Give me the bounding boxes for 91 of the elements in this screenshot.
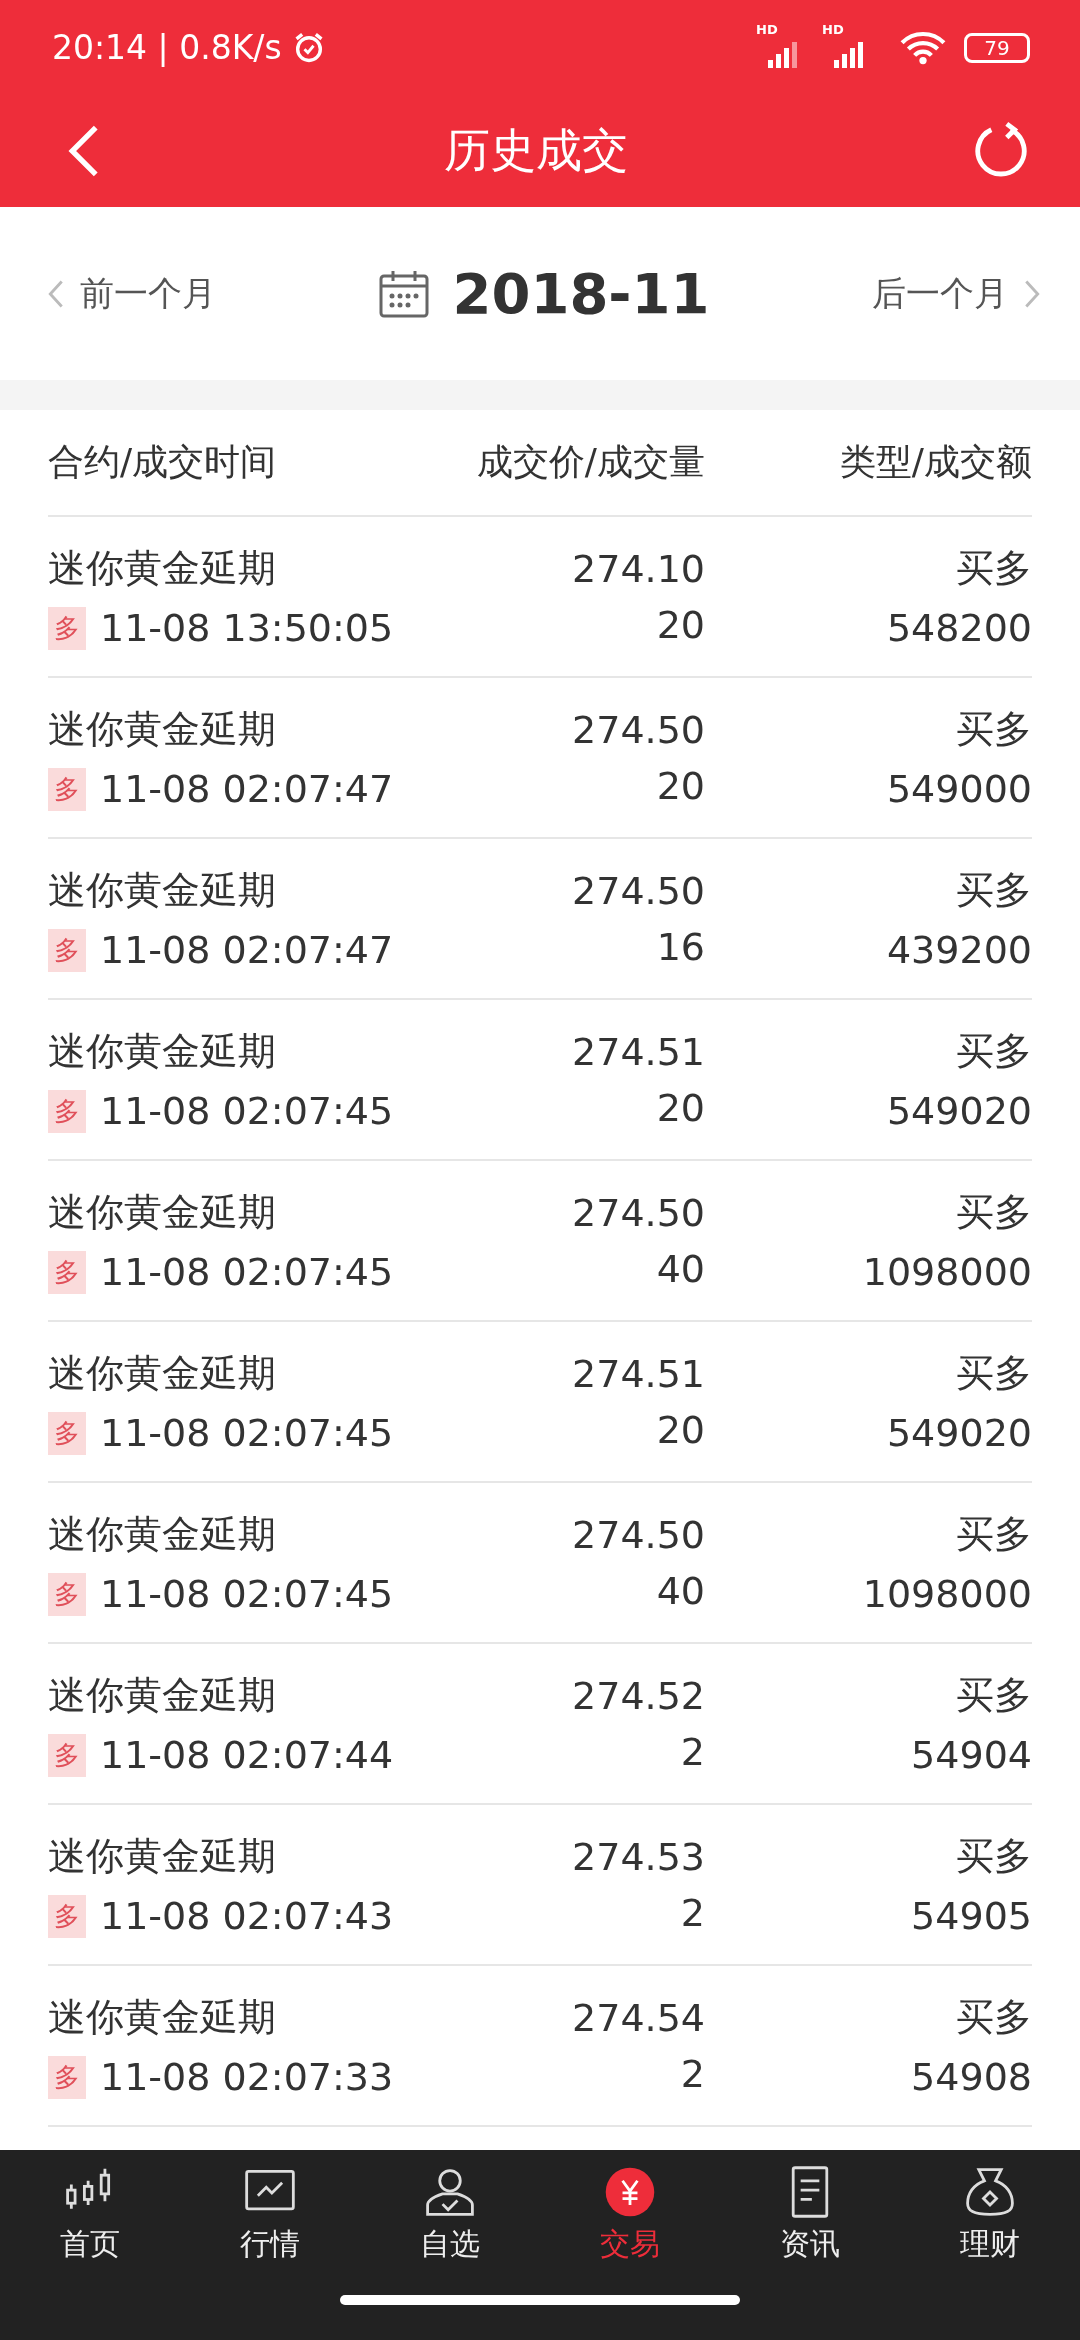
trade-type: 买多 (956, 867, 1032, 914)
chevron-right-icon (1024, 278, 1040, 309)
trade-time: 11-08 02:07:45 (100, 1572, 394, 1616)
direction-tag: 多 (48, 2055, 86, 2099)
trade-type: 买多 (956, 1189, 1032, 1236)
contract-name: 迷你黄金延期 (48, 1994, 277, 2041)
page-title: 历史成交 (444, 122, 628, 179)
nav-tab[interactable]: 交易 (540, 2164, 720, 2265)
current-month: 2018-11 (452, 261, 710, 326)
direction-tag: 多 (48, 928, 86, 972)
direction-tag: 多 (48, 1250, 86, 1294)
trade-time: 11-08 02:07:45 (100, 1250, 394, 1294)
trade-time: 11-08 02:07:45 (100, 1089, 394, 1133)
trade-volume: 20 (656, 1085, 705, 1130)
trade-price: 274.50 (572, 1190, 705, 1235)
trade-amount: 549000 (886, 767, 1032, 811)
trade-time: 11-08 02:07:44 (100, 1733, 394, 1777)
trade-price: 274.51 (572, 1029, 705, 1074)
contract-name: 迷你黄金延期 (48, 1672, 277, 1719)
direction-tag: 多 (48, 1411, 86, 1455)
trade-type: 买多 (956, 1350, 1032, 1397)
trade-volume: 20 (656, 602, 705, 647)
trade-amount: 549020 (886, 1089, 1032, 1133)
trade-amount: 54905 (911, 1894, 1032, 1938)
trade-price: 274.53 (572, 1834, 705, 1879)
trade-price: 274.50 (572, 1512, 705, 1557)
contract-name: 迷你黄金延期 (48, 1833, 277, 1880)
previous-month-link[interactable]: 前一个月 (48, 270, 216, 317)
direction-tag: 多 (48, 606, 86, 650)
trade-price: 274.52 (572, 1673, 705, 1718)
trade-volume: 16 (656, 924, 705, 969)
contract-name: 迷你黄金延期 (48, 1511, 277, 1558)
trade-amount: 439200 (886, 928, 1032, 972)
nav-tab[interactable]: 资讯 (720, 2164, 900, 2265)
trade-price: 274.54 (572, 1995, 705, 2040)
trade-type: 买多 (956, 706, 1032, 753)
trade-amount: 1098000 (862, 1572, 1032, 1616)
contract-name: 迷你黄金延期 (48, 706, 277, 753)
trade-time: 11-08 02:07:43 (100, 1894, 394, 1938)
direction-tag: 多 (48, 1733, 86, 1777)
nav-tab[interactable]: 首页 (0, 2164, 180, 2265)
direction-tag: 多 (48, 1894, 86, 1938)
trade-amount: 54904 (911, 1733, 1032, 1777)
trade-time: 11-08 02:07:45 (100, 1411, 394, 1455)
contract-name: 迷你黄金延期 (48, 545, 277, 592)
trade-volume: 2 (680, 1890, 705, 1935)
trade-amount: 54908 (911, 2055, 1032, 2099)
direction-tag: 多 (48, 1572, 86, 1616)
contract-name: 迷你黄金延期 (48, 1189, 277, 1236)
back-icon[interactable] (68, 124, 100, 178)
trade-type: 买多 (956, 1672, 1032, 1719)
next-month-link[interactable]: 后一个月 (872, 270, 1040, 317)
trade-time: 11-08 13:50:05 (100, 606, 394, 650)
contract-name: 迷你黄金延期 (48, 867, 277, 914)
trade-type: 买多 (956, 1028, 1032, 1075)
trade-volume: 20 (656, 763, 705, 808)
trade-amount: 549020 (886, 1411, 1032, 1455)
trade-volume: 2 (680, 1729, 705, 1774)
direction-tag: 多 (48, 767, 86, 811)
trade-price: 274.50 (572, 707, 705, 752)
trade-amount: 1098000 (862, 1250, 1032, 1294)
trade-volume: 40 (656, 1568, 705, 1613)
hd-label: HD (822, 21, 844, 37)
battery-icon: 79 (964, 32, 1030, 63)
trade-price: 274.51 (572, 1351, 705, 1396)
hd-label: HD (756, 21, 778, 37)
trade-price: 274.10 (572, 546, 705, 591)
trade-type: 买多 (956, 545, 1032, 592)
contract-name: 迷你黄金延期 (48, 1350, 277, 1397)
nav-tab[interactable]: 行情 (180, 2164, 360, 2265)
chevron-left-icon (48, 278, 64, 309)
trade-type: 买多 (956, 1511, 1032, 1558)
column-header: 类型/成交额 (838, 440, 1032, 484)
trade-time: 11-08 02:07:33 (100, 2055, 394, 2099)
trade-time: 11-08 02:07:47 (100, 928, 394, 972)
trade-type: 买多 (956, 1994, 1032, 2041)
status-time: 20:14 | 0.8K/s (52, 28, 282, 67)
trade-time: 11-08 02:07:47 (100, 767, 394, 811)
trade-price: 274.50 (572, 868, 705, 913)
nav-tab[interactable]: 自选 (360, 2164, 540, 2265)
trade-volume: 2 (680, 2051, 705, 2096)
trade-amount: 548200 (886, 606, 1032, 650)
trade-volume: 20 (656, 1407, 705, 1452)
wifi-icon (900, 30, 946, 65)
trade-type: 买多 (956, 1833, 1032, 1880)
contract-name: 迷你黄金延期 (48, 1028, 277, 1075)
nav-tab[interactable]: 理财 (900, 2164, 1080, 2265)
column-header: 合约/成交时间 (48, 440, 278, 484)
trade-volume: 40 (656, 1246, 705, 1291)
direction-tag: 多 (48, 1089, 86, 1133)
column-header: 成交价/成交量 (475, 440, 705, 484)
